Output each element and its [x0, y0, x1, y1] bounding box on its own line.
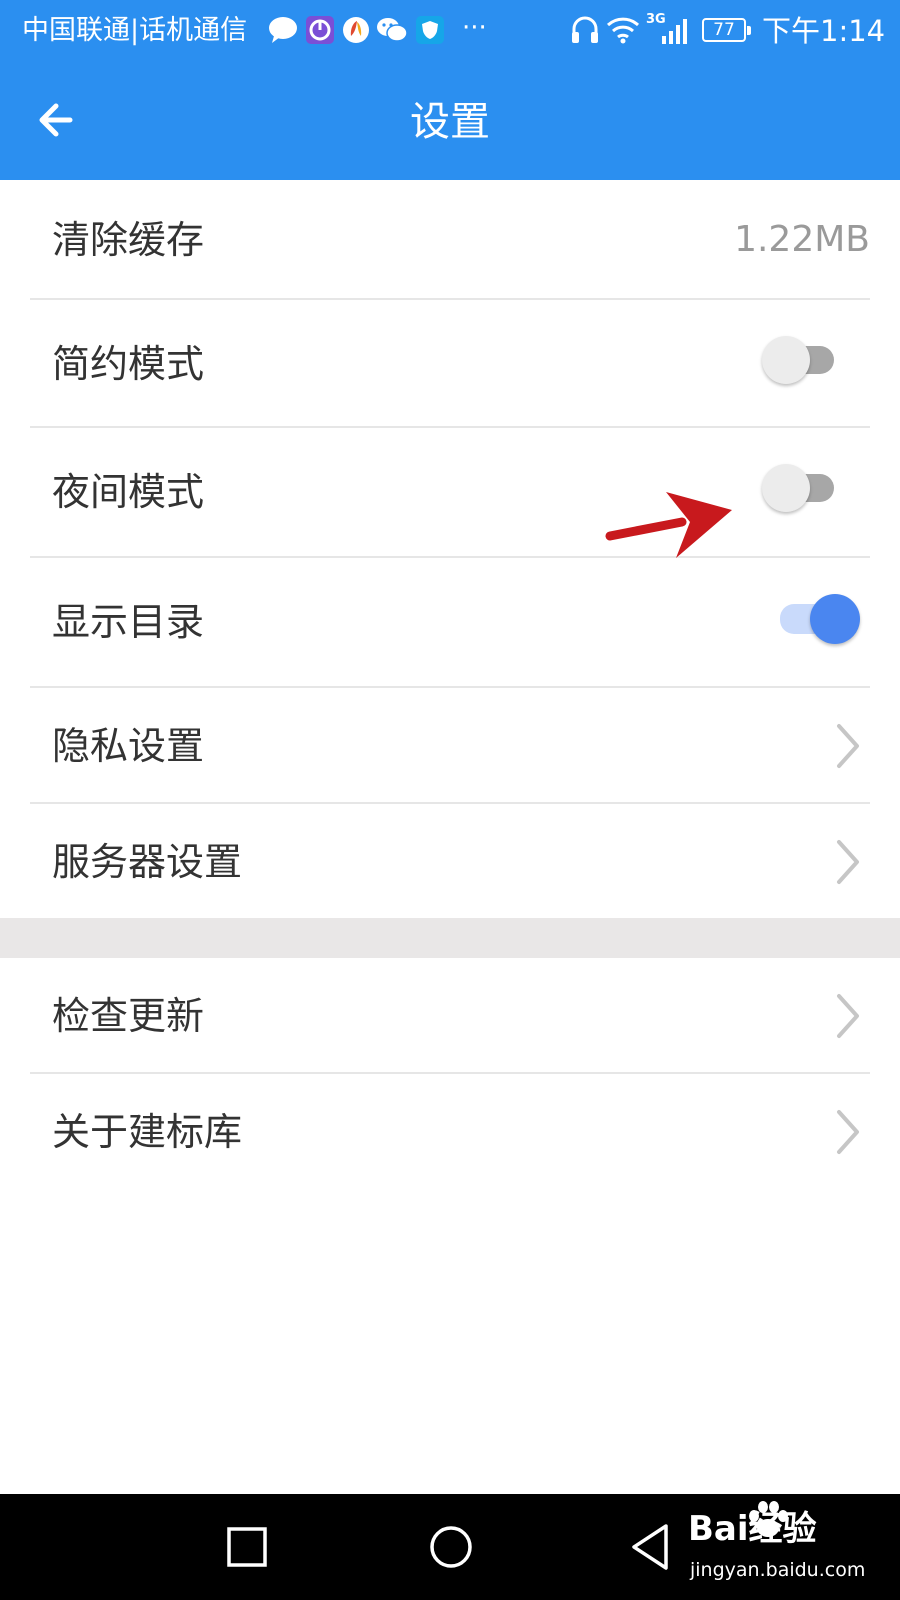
battery-level: 77: [713, 20, 735, 40]
about-label: 关于建标库: [52, 1110, 243, 1154]
toggle-knob: [810, 594, 860, 644]
watermark-url: jingyan.baidu.com: [690, 1559, 866, 1581]
toggle-knob: [762, 336, 810, 384]
chevron-right-icon: [837, 724, 859, 768]
recent-apps-icon[interactable]: [226, 1526, 268, 1568]
chevron-right-icon: [837, 1110, 859, 1154]
section-divider: [0, 918, 900, 958]
leaf-app-icon: [343, 17, 369, 43]
settings-row-server[interactable]: 服务器设置: [30, 804, 870, 918]
app-bar: 设置: [0, 62, 900, 180]
show-catalog-label: 显示目录: [52, 600, 205, 644]
watermark-brand: Bai经验: [688, 1509, 817, 1549]
baidu-jingyan-watermark: Bai经验 jingyan.baidu.com: [688, 1501, 888, 1592]
settings-row-show-catalog: 显示目录: [30, 558, 870, 688]
meter-app-icon: [306, 16, 334, 44]
privacy-settings-label: 隐私设置: [52, 724, 205, 768]
more-notifications-indicator: ···: [462, 13, 487, 43]
headset-icon: [572, 16, 598, 43]
settings-row-about[interactable]: 关于建标库: [30, 1074, 870, 1190]
settings-row-night-mode: 夜间模式: [30, 428, 870, 558]
shield-icon: [416, 16, 444, 44]
message-icon: [269, 17, 297, 43]
show-catalog-toggle[interactable]: [778, 592, 862, 646]
wifi-icon: [606, 17, 640, 44]
chevron-right-icon: [837, 994, 859, 1038]
night-mode-toggle[interactable]: [762, 462, 842, 514]
signal-icon: [662, 19, 687, 44]
toggle-knob: [762, 464, 810, 512]
red-arrow-icon: [605, 492, 732, 558]
cache-size-value: 1.22MB: [734, 219, 870, 260]
check-update-label: 检查更新: [52, 994, 205, 1038]
settings-row-simple-mode: 简约模式: [30, 300, 870, 428]
settings-row-check-update[interactable]: 检查更新: [30, 958, 870, 1074]
settings-row-privacy[interactable]: 隐私设置: [30, 688, 870, 804]
simple-mode-label: 简约模式: [52, 342, 205, 386]
home-icon[interactable]: [428, 1524, 474, 1570]
clock-label: 下午1:14: [762, 14, 886, 48]
settings-row-clear-cache[interactable]: 清除缓存 1.22MB: [30, 180, 870, 300]
clear-cache-label: 清除缓存: [52, 218, 205, 262]
status-bar: 中国联通|话机通信 ··· 3G 77 下午1:14: [0, 0, 900, 62]
wechat-icon: [377, 18, 408, 42]
battery-icon: 77: [702, 18, 751, 42]
page-title: 设置: [410, 99, 490, 145]
server-settings-label: 服务器设置: [52, 840, 243, 884]
simple-mode-toggle[interactable]: [762, 334, 842, 386]
back-triangle-icon[interactable]: [628, 1522, 672, 1572]
chevron-right-icon: [837, 840, 859, 884]
night-mode-label: 夜间模式: [52, 470, 205, 514]
carrier-label: 中国联通|话机通信: [22, 15, 248, 46]
